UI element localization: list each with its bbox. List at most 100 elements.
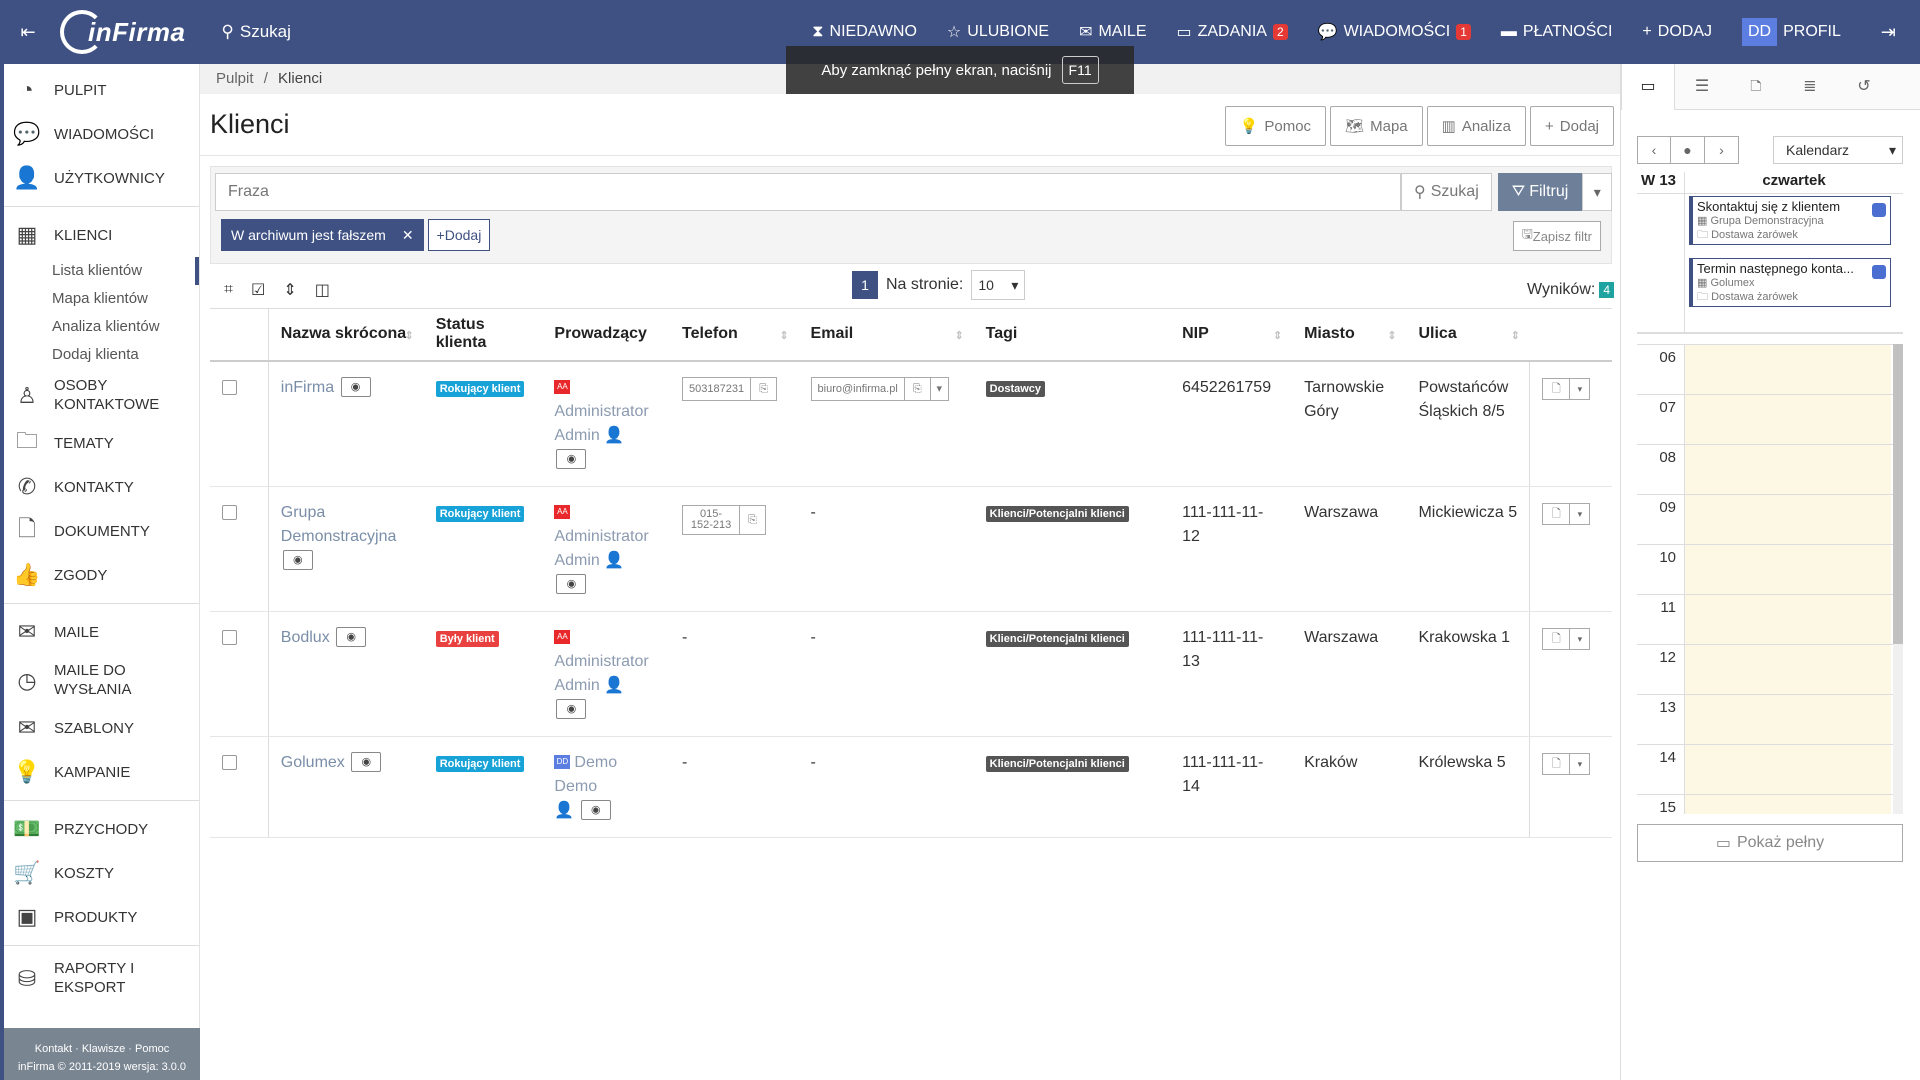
sort-icon[interactable]: ⇕ xyxy=(404,329,413,342)
sidebar-subitem-client-list[interactable]: Lista klientów xyxy=(4,257,199,285)
copy-icon[interactable]: ⎘ xyxy=(750,377,776,400)
nav-recent[interactable]: ⧗ NIEDAWNO xyxy=(812,23,917,41)
copy-icon[interactable]: ⎘ xyxy=(739,505,765,534)
eye-icon[interactable]: ◉ xyxy=(556,574,587,595)
sort-icon[interactable]: ⇕ xyxy=(283,280,296,300)
calendar-event[interactable]: Skontaktuj się z klientem ▦ Grupa Demons… xyxy=(1689,196,1891,245)
checkbox-icon[interactable]: ☑ xyxy=(251,280,265,300)
hour-slot[interactable] xyxy=(1685,495,1891,545)
add-filter-button[interactable]: + Dodaj xyxy=(427,219,491,251)
sidebar-item-income[interactable]: 💵 PRZYCHODY xyxy=(4,807,199,851)
chevron-down-icon[interactable]: ▾ xyxy=(1569,628,1589,649)
close-icon[interactable]: ✕ xyxy=(402,227,414,244)
row-action-button[interactable]: 🗋 ▾ xyxy=(1542,377,1591,400)
tab-notes[interactable]: 🗅 xyxy=(1729,64,1783,110)
today-dot-icon[interactable]: ● xyxy=(1671,136,1705,164)
tab-calendar[interactable]: ▭ xyxy=(1621,63,1675,110)
client-name-link[interactable]: Bodlux xyxy=(281,629,330,646)
sort-icon[interactable]: ⇕ xyxy=(779,329,788,342)
chevron-down-icon[interactable]: ▾ xyxy=(929,377,948,400)
owner-name[interactable]: Administrator Admin xyxy=(554,653,648,694)
eye-icon[interactable]: ◉ xyxy=(580,800,611,821)
sidebar-item-messages[interactable]: 💬 WIADOMOŚCI xyxy=(4,112,199,156)
row-checkbox[interactable] xyxy=(222,754,237,770)
search-button[interactable]: ⚲ Szukaj xyxy=(1401,173,1492,211)
sidebar-item-topics[interactable]: 🗀 TEMATY xyxy=(4,421,199,465)
analysis-button[interactable]: ▥ Analiza xyxy=(1426,106,1527,146)
hour-slot[interactable] xyxy=(1685,545,1891,595)
row-action-button[interactable]: 🗋 ▾ xyxy=(1542,502,1591,525)
document-icon[interactable]: 🗋 xyxy=(1543,754,1569,774)
scrollbar-thumb[interactable] xyxy=(1893,344,1903,644)
footer-links[interactable]: Kontakt · Klawisze · Pomoc xyxy=(4,1040,200,1058)
sidebar-item-dashboard[interactable]: ◔ PULPIT xyxy=(4,68,199,112)
client-name-link[interactable]: Golumex xyxy=(281,754,345,771)
columns-icon[interactable]: ◫ xyxy=(315,280,330,300)
owner-name[interactable]: Administrator Admin xyxy=(554,528,648,569)
phrase-input[interactable] xyxy=(215,173,1401,211)
nav-messages[interactable]: 💬 WIADOMOŚCI 1 xyxy=(1318,22,1471,42)
calendar-scrollbar[interactable] xyxy=(1893,344,1903,814)
row-checkbox[interactable] xyxy=(222,379,237,395)
hour-slot[interactable] xyxy=(1685,745,1891,795)
collapse-sidebar-icon[interactable]: ⇤ xyxy=(0,22,56,43)
phone-number[interactable]: 503187231 xyxy=(683,378,750,400)
sidebar-item-contact-persons[interactable]: ♙ OSOBY KONTAKTOWE xyxy=(4,369,199,421)
sidebar-item-contacts[interactable]: ✆ KONTAKTY xyxy=(4,465,199,509)
sidebar-subitem-client-analysis[interactable]: Analiza klientów xyxy=(4,313,199,341)
column-header-email[interactable]: Email ⇕ xyxy=(798,308,974,362)
document-icon[interactable]: 🗋 xyxy=(1543,629,1569,649)
chevron-down-icon[interactable]: ▾ xyxy=(1569,503,1589,524)
hour-slot[interactable] xyxy=(1685,345,1891,395)
sidebar-item-clients[interactable]: ▦ KLIENCI xyxy=(4,213,199,257)
sidebar-subitem-add-client[interactable]: Dodaj klienta xyxy=(4,341,199,369)
sidebar-item-reports[interactable]: ⛁ RAPORTY I EKSPORT xyxy=(4,952,199,1004)
eye-icon[interactable]: ◉ xyxy=(336,627,367,648)
sidebar-item-campaigns[interactable]: 💡 KAMPANIE xyxy=(4,750,199,794)
hour-slot[interactable] xyxy=(1685,695,1891,745)
sidebar-item-mails-to-send[interactable]: ◷ MAILE DO WYSŁANIA xyxy=(4,654,199,706)
row-checkbox[interactable] xyxy=(222,504,237,520)
sort-icon[interactable]: ⇕ xyxy=(1387,329,1396,342)
user-icon[interactable]: 👤 xyxy=(604,552,624,569)
hour-slot[interactable] xyxy=(1685,645,1891,695)
hour-slot[interactable] xyxy=(1685,795,1891,814)
column-header-nip[interactable]: NIP ⇕ xyxy=(1170,308,1293,362)
page-number[interactable]: 1 xyxy=(852,271,878,299)
column-header-city[interactable]: Miasto ⇕ xyxy=(1292,308,1407,362)
sidebar-item-templates[interactable]: ✉ SZABLONY xyxy=(4,706,199,750)
nav-add[interactable]: + DODAJ xyxy=(1642,23,1712,41)
help-button[interactable]: 💡 Pomoc xyxy=(1224,106,1327,146)
chevron-down-icon[interactable]: ▾ xyxy=(1569,378,1589,399)
per-page-select[interactable]: 10 ▾ xyxy=(971,270,1026,300)
owner-name[interactable]: Administrator Admin xyxy=(554,403,648,444)
logout-icon[interactable]: ⇥ xyxy=(1881,22,1896,43)
hour-slot[interactable] xyxy=(1685,595,1891,645)
user-icon[interactable]: 👤 xyxy=(604,427,624,444)
crop-icon[interactable]: ⌗ xyxy=(224,281,233,299)
breadcrumb-root[interactable]: Pulpit xyxy=(216,70,254,87)
phone-number[interactable]: 015-152-213 xyxy=(683,506,739,534)
tab-history[interactable]: ↺ xyxy=(1837,64,1891,110)
nav-profile[interactable]: DD PROFIL xyxy=(1742,18,1841,46)
save-filter-button[interactable]: 🖫 Zapisz filtr xyxy=(1512,221,1601,251)
sidebar-item-products[interactable]: ▣ PRODUKTY xyxy=(4,895,199,939)
add-button[interactable]: + Dodaj xyxy=(1530,106,1614,146)
row-checkbox[interactable] xyxy=(222,629,237,645)
user-icon[interactable]: 👤 xyxy=(604,677,624,694)
hour-slot[interactable] xyxy=(1685,395,1891,445)
row-action-button[interactable]: 🗋 ▾ xyxy=(1542,752,1591,775)
tab-tasks[interactable]: ☰ xyxy=(1675,64,1729,110)
tab-list[interactable]: ≣ xyxy=(1783,64,1837,110)
nav-favorites[interactable]: ☆ ULUBIONE xyxy=(947,22,1049,42)
sort-icon[interactable]: ⇕ xyxy=(1273,329,1282,342)
eye-icon[interactable]: ◉ xyxy=(556,699,587,720)
sidebar-item-costs[interactable]: 🛒 KOSZTY xyxy=(4,851,199,895)
chevron-down-icon[interactable]: ▾ xyxy=(1569,753,1589,774)
nav-mails[interactable]: ✉ MAILE xyxy=(1079,22,1146,42)
document-icon[interactable]: 🗋 xyxy=(1543,504,1569,524)
sidebar-item-documents[interactable]: 🗋 DOKUMENTY xyxy=(4,509,199,553)
row-action-button[interactable]: 🗋 ▾ xyxy=(1542,627,1591,650)
top-search-button[interactable]: ⚲ Szukaj xyxy=(221,22,290,42)
email-address[interactable]: biuro@infirma.pl xyxy=(812,378,904,400)
